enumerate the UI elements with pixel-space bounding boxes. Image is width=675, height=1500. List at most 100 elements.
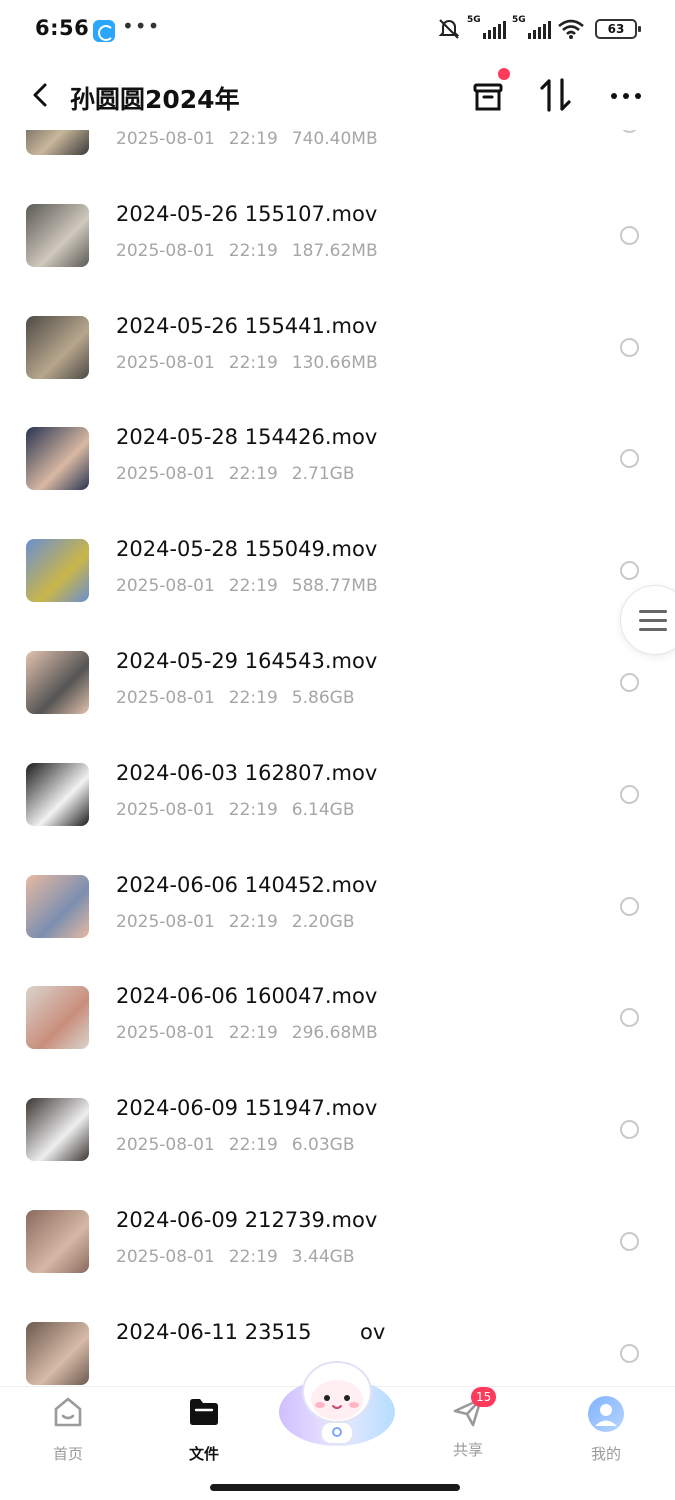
file-time: 22:19 [228,130,278,149]
file-size: 3.44GB [291,1247,355,1267]
signal-5g-icon-2: 5G [512,15,551,39]
file-name: 2024-06-06 160047.mov [116,984,378,1009]
file-name: 2024-05-26 155441.mov [116,313,378,338]
file-row[interactable]: 2024-05-26 155441.mov 2025-08-01 22:19 130.… [0,291,675,403]
file-row[interactable]: 2024-06-06 140452.mov 2025-08-01 22:19 2.20… [0,850,675,962]
file-meta: 2025-08-01 22:19 6.03GB [116,1135,354,1155]
select-radio[interactable] [620,130,639,133]
nav-share-label: 共享 [452,1441,483,1459]
video-thumbnail [26,203,89,267]
video-thumbnail [26,986,89,1050]
select-radio[interactable] [620,225,639,245]
header: 孙圆圆2024年 [0,62,675,132]
select-radio[interactable] [620,1120,639,1140]
home-indicator[interactable] [210,1484,460,1491]
nav-files[interactable]: 文件 [159,1395,249,1465]
status-time: 6:56 [35,16,90,40]
select-radio[interactable] [620,337,639,357]
video-thumbnail [26,762,89,826]
file-name: 2024-06-03 162807.mov [116,760,378,785]
more-dots-icon [611,93,641,99]
file-size: 130.66MB [291,352,378,373]
file-time: 22:19 [228,1247,278,1267]
folder-icon [190,1399,218,1425]
share-icon-wrap: 15 [451,1387,497,1429]
file-size: 740.40MB [291,130,378,149]
select-radio[interactable] [620,896,639,916]
file-date: 2025-08-01 [116,688,215,708]
mute-bell-icon [438,19,460,39]
select-radio[interactable] [620,784,639,804]
video-thumbnail [26,1210,89,1273]
nav-me[interactable]: 我的 [561,1395,651,1465]
file-time: 22:19 [228,240,278,261]
sort-button[interactable] [538,76,578,116]
file-row[interactable]: 2024-06-06 160047.mov 2025-08-01 22:19 296.… [0,961,675,1073]
file-time: 22:19 [228,464,278,485]
file-row[interactable]: 2024-06-09 151947.mov 2025-08-01 22:19 6.03… [0,1073,675,1185]
file-size: 2.20GB [291,911,355,932]
file-meta: 2025-08-01 22:19 296.68MB [116,1023,378,1043]
select-radio[interactable] [620,561,639,581]
file-size: 5.86GB [291,688,355,708]
file-meta: 2025-08-01 22:19 740.40MB [116,130,378,149]
file-size: 296.68MB [291,1023,378,1044]
file-date: 2025-08-01 [116,1247,215,1267]
file-row[interactable]: 2024-05-28 154426.mov 2025-08-01 22:19 2.71… [0,402,675,514]
video-thumbnail [26,315,89,379]
select-radio[interactable] [620,1343,639,1363]
select-radio[interactable] [620,1232,639,1251]
select-radio[interactable] [620,673,639,692]
file-meta: 2025-08-01 22:19 6.14GB [116,800,354,820]
file-name: 2024-06-09 212739.mov [116,1208,378,1232]
video-thumbnail [26,651,89,714]
file-meta: 2025-08-01 22:19 5.86GB [116,688,354,708]
nav-share[interactable]: 15 共享 [423,1387,513,1465]
file-date: 2025-08-01 [116,130,215,149]
assistant-mascot-button[interactable] [278,1352,396,1450]
file-row[interactable]: 2024-05-28 155049.mov 2025-08-01 22:19 588.… [0,514,675,626]
file-row[interactable]: 2024-05-26 155107.mov 2025-08-01 22:19 187.… [0,179,675,291]
notification-dot [498,68,510,80]
file-row[interactable]: 2024-06-03 162807.mov 2025-08-01 22:19 6.14… [0,738,675,850]
video-thumbnail [26,874,89,938]
file-date: 2025-08-01 [116,240,215,261]
sort-arrows-icon [540,78,571,112]
file-meta: 2025-08-01 22:19 130.66MB [116,353,378,373]
file-time: 22:19 [228,799,278,820]
file-date: 2025-08-01 [116,911,215,932]
file-name: 2024-05-28 155049.mov [116,537,378,562]
file-meta: 2025-08-01 22:19 588.77MB [116,576,378,596]
file-list[interactable]: 2024-05-26 154559.mov2025-08-0122:19740.… [0,130,675,1388]
file-size: 588.77MB [291,576,378,597]
back-arrow-icon[interactable] [26,80,56,110]
signal-5g-icon-1: 5G [467,15,506,39]
page-title: 孙圆圆2024年 [70,85,240,114]
file-time: 22:19 [228,911,278,932]
file-date: 2025-08-01 [116,464,215,485]
file-meta: 2025-08-01 22:19 187.62MB [116,241,378,261]
nav-files-label: 文件 [188,1445,219,1463]
file-time: 22:19 [228,576,278,597]
nav-home-label: 首页 [52,1445,83,1463]
archive-button[interactable] [470,68,510,116]
app-notification-icon [93,20,115,42]
avatar-icon [588,1396,624,1432]
archive-box-icon [473,83,503,111]
file-size: 6.03GB [291,1135,355,1156]
file-row[interactable]: 2024-05-26 154559.mov2025-08-0122:19740.… [0,130,675,179]
more-options-button[interactable] [606,76,646,116]
file-date: 2025-08-01 [116,1135,215,1156]
file-row[interactable]: 2024-05-29 164543.mov 2025-08-01 22:19 5.86… [0,626,675,738]
file-row[interactable]: 2024-06-09 212739.mov 2025-08-01 22:19 3.44… [0,1185,675,1297]
select-radio[interactable] [620,1008,639,1028]
file-name: 2024-06-09 151947.mov [116,1096,378,1121]
nav-home[interactable]: 首页 [23,1395,113,1465]
file-date: 2025-08-01 [116,352,215,373]
video-thumbnail [26,1321,89,1385]
file-meta: 2025-08-01 22:19 2.71GB [116,464,354,484]
select-radio[interactable] [620,449,639,469]
file-meta: 2025-08-01 22:19 2.20GB [116,912,354,932]
status-more-icon: ••• [122,14,161,38]
file-time: 22:19 [228,1135,278,1156]
